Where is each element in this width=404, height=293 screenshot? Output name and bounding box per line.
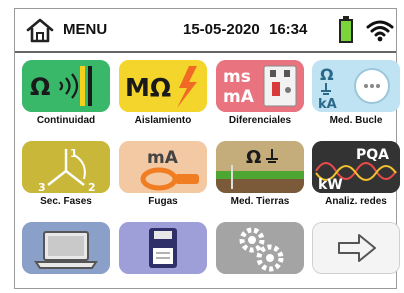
diferenciales-symbol-bottom: mA (223, 87, 255, 107)
continuidad-label: Continuidad (36, 115, 96, 126)
fugas-symbol: mA (147, 148, 179, 168)
gears-icon (216, 222, 304, 274)
diferenciales-button[interactable]: ms mA (216, 60, 304, 112)
phase-2-number: 2 (88, 181, 96, 193)
menu-title: MENU (63, 21, 108, 38)
screen-frame: MENU 15-05-2020 16:34 Ω Continuidad MΩ A… (14, 8, 400, 289)
diferenciales-symbol-top: ms (223, 67, 251, 87)
arrow-right-icon (313, 223, 399, 273)
aislamiento-symbol: MΩ (125, 73, 171, 102)
home-icon[interactable] (25, 17, 55, 43)
wifi-icon (366, 20, 394, 42)
sec-fases-label: Sec. Fases (40, 196, 92, 207)
continuidad-symbol: Ω (30, 73, 50, 101)
analiz-redes-symbol-bottom: kW (318, 177, 343, 193)
analiz-redes-label: Analiz. redes (325, 196, 387, 207)
analiz-redes-button[interactable]: PQA kW (312, 141, 400, 193)
aislamiento-label: Aislamiento (134, 115, 192, 126)
laptop-icon (22, 222, 110, 274)
memory-button[interactable] (22, 222, 110, 274)
sec-fases-button[interactable]: 1 2 3 (22, 141, 110, 193)
next-page-button[interactable] (312, 222, 400, 274)
phase-3-number: 3 (38, 181, 46, 193)
settings-button[interactable] (216, 222, 304, 274)
floppy-disk-icon (119, 222, 207, 274)
med-tierras-label: Med. Tierras (230, 196, 290, 207)
header-divider (15, 51, 396, 53)
med-bucle-label: Med. Bucle (329, 115, 383, 126)
med-tierras-button[interactable]: Ω (216, 141, 304, 193)
save-button[interactable] (119, 222, 207, 274)
med-bucle-symbol-bottom: kA (318, 97, 337, 112)
header-bar: MENU 15-05-2020 16:34 (15, 9, 396, 51)
continuidad-button[interactable]: Ω (22, 60, 110, 112)
fugas-label: Fugas (148, 196, 178, 207)
aislamiento-button[interactable]: MΩ (119, 60, 207, 112)
med-bucle-symbol-top: Ω (320, 65, 334, 84)
fugas-button[interactable]: mA (119, 141, 207, 193)
battery-icon (339, 16, 353, 43)
time-display: 16:34 (269, 21, 308, 38)
date-display: 15-05-2020 (183, 21, 260, 38)
diferenciales-label: Diferenciales (228, 115, 292, 126)
med-bucle-button[interactable]: Ω kA (312, 60, 400, 112)
phase-1-number: 1 (70, 147, 78, 160)
med-tierras-symbol: Ω (246, 147, 261, 168)
analiz-redes-symbol-top: PQA (356, 147, 389, 163)
